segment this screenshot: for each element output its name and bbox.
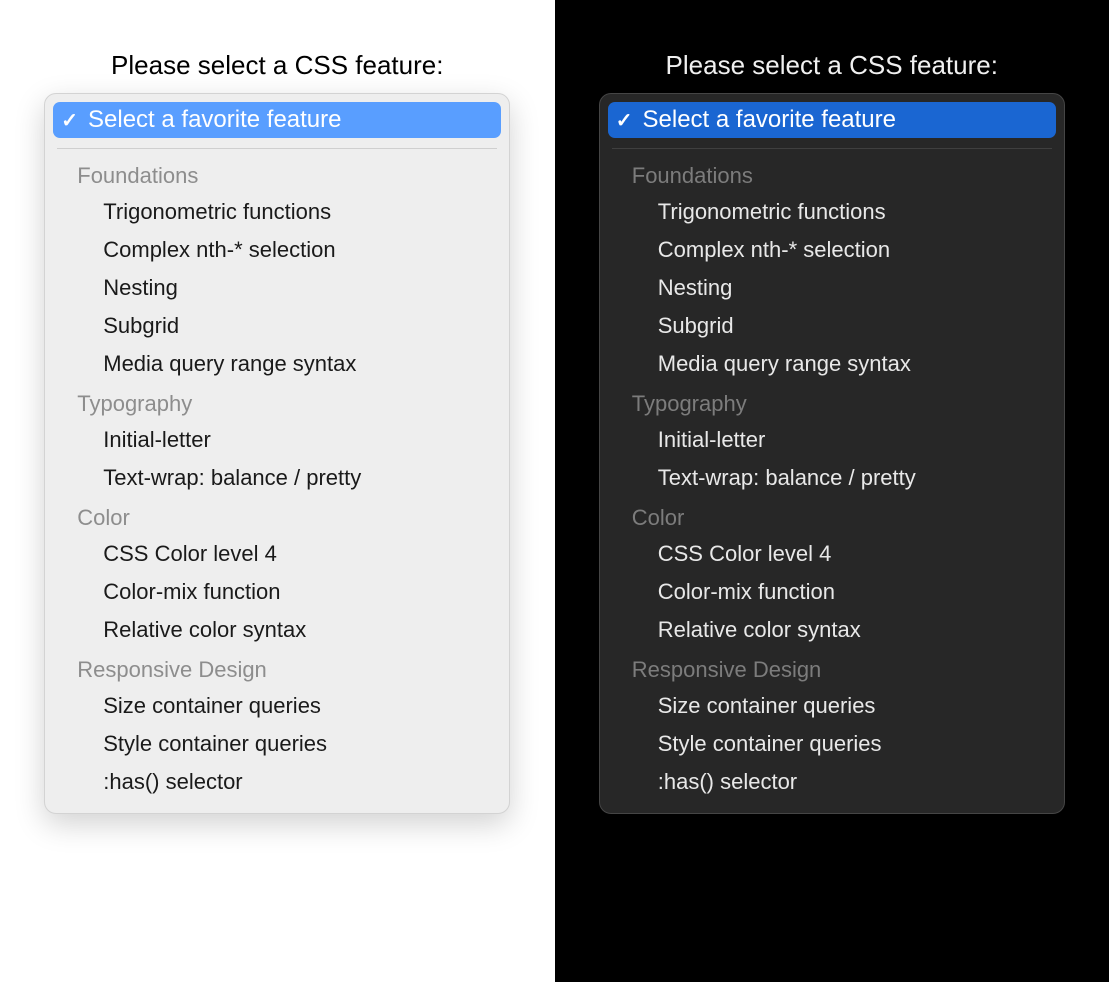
option-nesting[interactable]: Nesting bbox=[608, 269, 1056, 307]
option-css-color-level-4[interactable]: CSS Color level 4 bbox=[53, 535, 501, 573]
option-relative-color-syntax[interactable]: Relative color syntax bbox=[608, 611, 1056, 649]
option-nesting[interactable]: Nesting bbox=[53, 269, 501, 307]
option-css-color-level-4[interactable]: CSS Color level 4 bbox=[608, 535, 1056, 573]
light-mode-panel: Please select a CSS feature: ✓ Select a … bbox=[0, 0, 555, 982]
select-dropdown[interactable]: ✓ Select a favorite feature Foundations … bbox=[599, 93, 1065, 814]
checkmark-icon: ✓ bbox=[61, 108, 78, 133]
dark-mode-panel: Please select a CSS feature: ✓ Select a … bbox=[555, 0, 1109, 982]
group-label-typography: Typography bbox=[608, 383, 1056, 421]
group-label-responsive-design: Responsive Design bbox=[53, 649, 501, 687]
option-style-container-queries[interactable]: Style container queries bbox=[53, 725, 501, 763]
selected-option-label: Select a favorite feature bbox=[88, 106, 341, 134]
option-trigonometric-functions[interactable]: Trigonometric functions bbox=[53, 193, 501, 231]
option-text-wrap-balance-pretty[interactable]: Text-wrap: balance / pretty bbox=[53, 459, 501, 497]
option-subgrid[interactable]: Subgrid bbox=[608, 307, 1056, 345]
prompt-heading: Please select a CSS feature: bbox=[555, 50, 1109, 81]
selected-option[interactable]: ✓ Select a favorite feature bbox=[53, 102, 501, 138]
option-color-mix-function[interactable]: Color-mix function bbox=[608, 573, 1056, 611]
option-color-mix-function[interactable]: Color-mix function bbox=[53, 573, 501, 611]
option-initial-letter[interactable]: Initial-letter bbox=[53, 421, 501, 459]
selected-option[interactable]: ✓ Select a favorite feature bbox=[608, 102, 1056, 138]
option-initial-letter[interactable]: Initial-letter bbox=[608, 421, 1056, 459]
option-style-container-queries[interactable]: Style container queries bbox=[608, 725, 1056, 763]
option-has-selector[interactable]: :has() selector bbox=[53, 763, 501, 801]
option-size-container-queries[interactable]: Size container queries bbox=[608, 687, 1056, 725]
divider bbox=[57, 148, 497, 149]
select-dropdown[interactable]: ✓ Select a favorite feature Foundations … bbox=[44, 93, 510, 814]
group-label-color: Color bbox=[608, 497, 1056, 535]
option-subgrid[interactable]: Subgrid bbox=[53, 307, 501, 345]
group-label-foundations: Foundations bbox=[53, 155, 501, 193]
divider bbox=[612, 148, 1052, 149]
checkmark-icon: ✓ bbox=[616, 108, 633, 133]
option-text-wrap-balance-pretty[interactable]: Text-wrap: balance / pretty bbox=[608, 459, 1056, 497]
option-complex-nth-selection[interactable]: Complex nth-* selection bbox=[53, 231, 501, 269]
group-label-color: Color bbox=[53, 497, 501, 535]
option-size-container-queries[interactable]: Size container queries bbox=[53, 687, 501, 725]
selected-option-label: Select a favorite feature bbox=[643, 106, 896, 134]
prompt-heading: Please select a CSS feature: bbox=[0, 50, 555, 81]
option-relative-color-syntax[interactable]: Relative color syntax bbox=[53, 611, 501, 649]
option-media-query-range-syntax[interactable]: Media query range syntax bbox=[53, 345, 501, 383]
option-has-selector[interactable]: :has() selector bbox=[608, 763, 1056, 801]
option-media-query-range-syntax[interactable]: Media query range syntax bbox=[608, 345, 1056, 383]
group-label-responsive-design: Responsive Design bbox=[608, 649, 1056, 687]
option-trigonometric-functions[interactable]: Trigonometric functions bbox=[608, 193, 1056, 231]
option-complex-nth-selection[interactable]: Complex nth-* selection bbox=[608, 231, 1056, 269]
group-label-typography: Typography bbox=[53, 383, 501, 421]
group-label-foundations: Foundations bbox=[608, 155, 1056, 193]
